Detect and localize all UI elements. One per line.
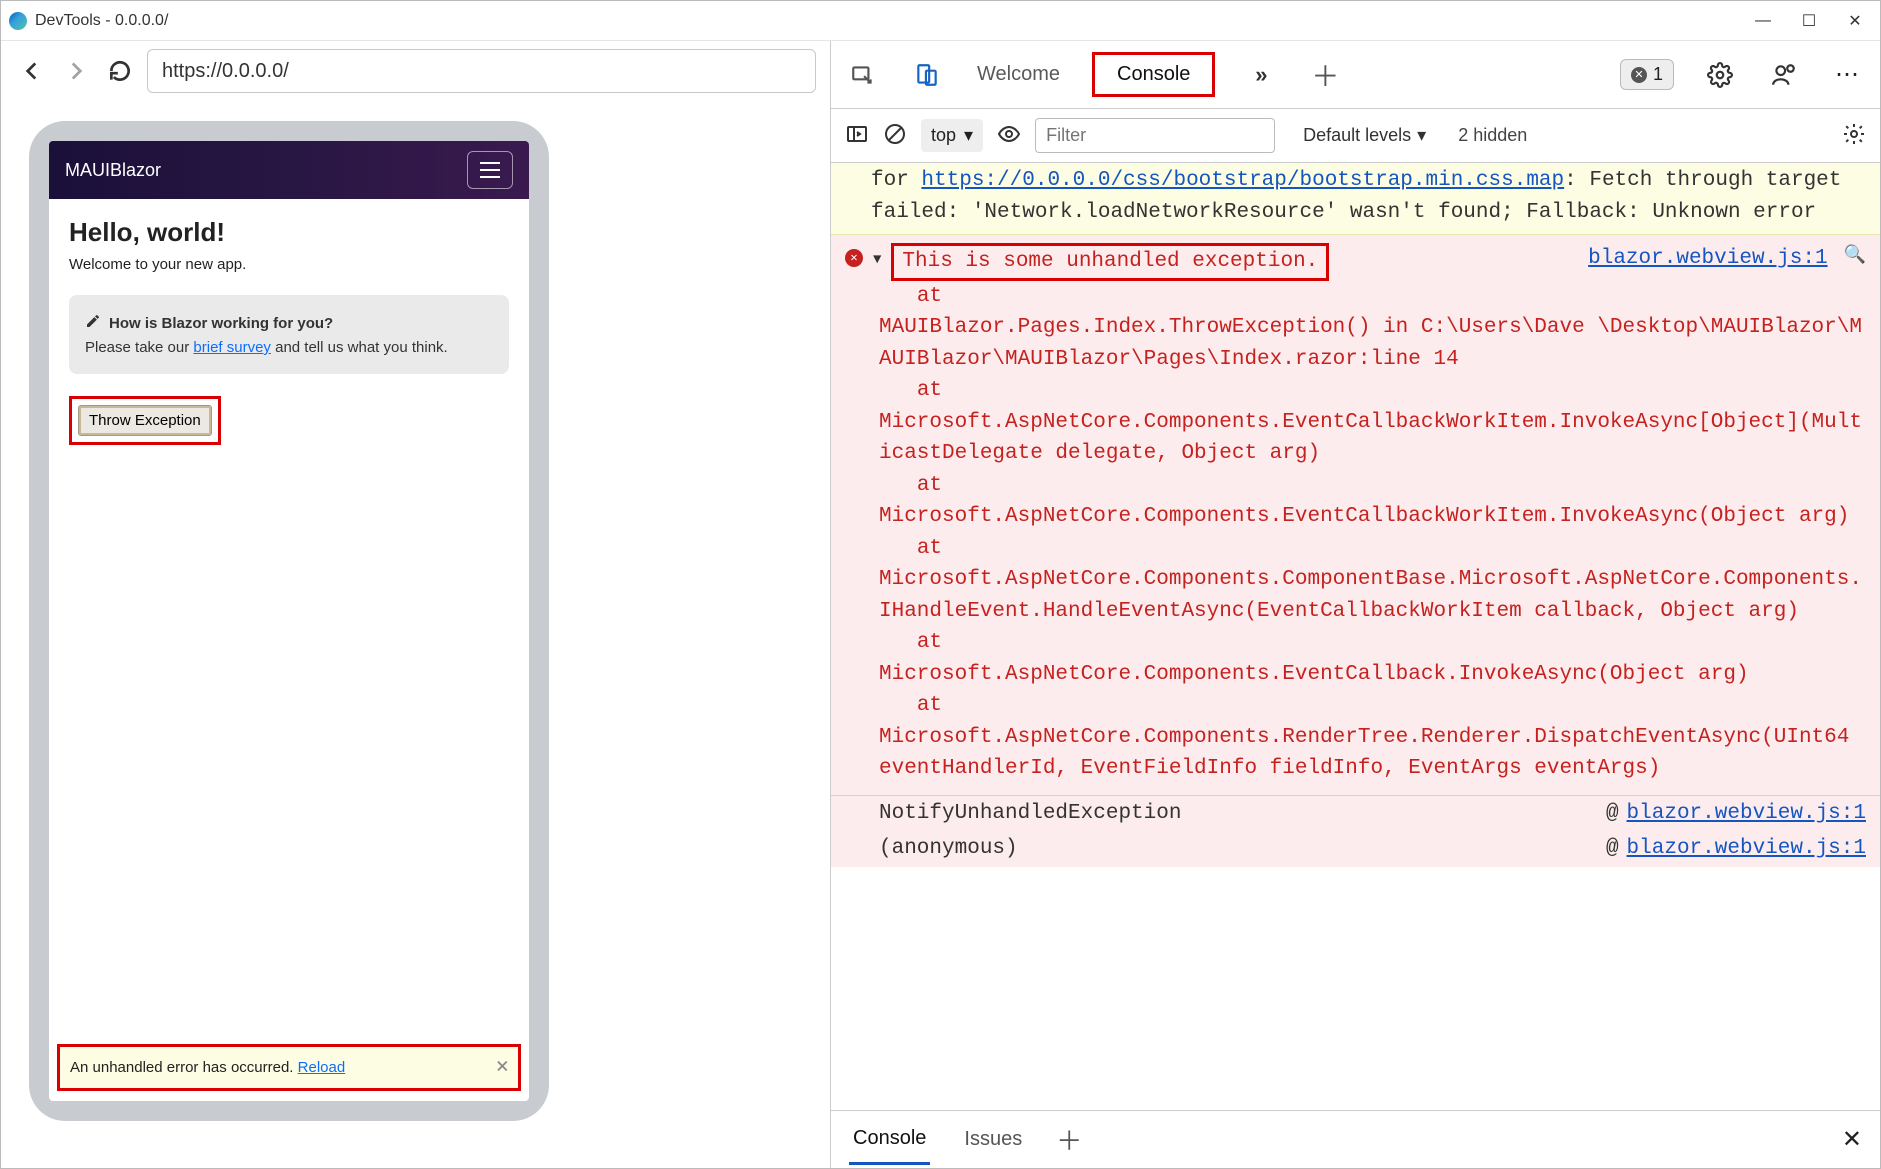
levels-label: Default levels — [1303, 125, 1411, 146]
window-title: DevTools - 0.0.0.0/ — [35, 12, 1754, 30]
console-highlight: Console — [1092, 52, 1215, 97]
sidebar-toggle-icon[interactable] — [845, 122, 869, 149]
maximize-button[interactable]: ☐ — [1800, 12, 1818, 30]
drawer-tab-issues[interactable]: Issues — [960, 1116, 1026, 1163]
frame-function: (anonymous) — [879, 833, 1018, 865]
device-toggle-icon[interactable] — [909, 57, 945, 93]
address-bar[interactable]: https://0.0.0.0/ — [147, 49, 816, 93]
drawer-tab-console[interactable]: Console — [849, 1115, 930, 1165]
devtools-drawer: Console Issues ＋ ✕ — [831, 1110, 1880, 1168]
tab-console[interactable]: Console — [1113, 55, 1194, 93]
chevron-down-icon: ▾ — [1417, 125, 1426, 146]
console-warning: for https://0.0.0.0/css/bootstrap/bootst… — [831, 163, 1880, 235]
inspect-icon[interactable] — [845, 57, 881, 93]
frame-at: @ — [1606, 798, 1619, 830]
frame-at: @ — [1606, 833, 1619, 865]
more-tabs-button[interactable]: » — [1243, 57, 1279, 93]
edge-icon — [9, 12, 27, 30]
page-heading: Hello, world! — [69, 217, 509, 248]
survey-suffix: and tell us what you think. — [271, 339, 448, 356]
forward-button[interactable] — [59, 54, 93, 88]
expand-toggle[interactable]: ▼ — [873, 250, 881, 271]
frame-source-link[interactable]: blazor.webview.js:1 — [1627, 833, 1866, 865]
error-text: An unhandled error has occurred. — [70, 1059, 298, 1076]
context-label: top — [931, 125, 956, 146]
clear-console-icon[interactable] — [883, 122, 907, 149]
close-button[interactable]: ✕ — [1846, 12, 1864, 30]
survey-box: How is Blazor working for you? Please ta… — [69, 295, 509, 374]
pencil-icon — [85, 313, 101, 333]
log-levels-selector[interactable]: Default levels ▾ — [1303, 125, 1426, 146]
chevron-down-icon: ▾ — [964, 125, 973, 146]
stack-frame: (anonymous) @ blazor.webview.js:1 — [831, 831, 1880, 867]
survey-prefix: Please take our — [85, 339, 193, 356]
devtools-tabstrip: Welcome Console » ＋ ✕ 1 ⋯ — [831, 41, 1880, 109]
hidden-count[interactable]: 2 hidden — [1458, 125, 1527, 146]
drawer-close-button[interactable]: ✕ — [1842, 1125, 1862, 1154]
error-count-badge[interactable]: ✕ 1 — [1620, 59, 1674, 90]
search-icon[interactable]: 🔍 — [1844, 243, 1866, 270]
live-expression-icon[interactable] — [997, 122, 1021, 149]
devtools-pane: Welcome Console » ＋ ✕ 1 ⋯ — [831, 41, 1880, 1168]
window-titlebar: DevTools - 0.0.0.0/ — ☐ ✕ — [1, 1, 1880, 41]
console-settings-icon[interactable] — [1842, 122, 1866, 149]
error-banner: An unhandled error has occurred. Reload … — [60, 1047, 518, 1088]
tab-welcome[interactable]: Welcome — [973, 55, 1064, 94]
error-banner-highlight: An unhandled error has occurred. Reload … — [57, 1044, 521, 1091]
browser-toolbar: https://0.0.0.0/ — [1, 41, 830, 103]
device-frame: MAUIBlazor Hello, world! Welcome to your… — [29, 121, 549, 1121]
throw-highlight: Throw Exception — [69, 396, 221, 445]
error-dot-icon: ✕ — [1631, 67, 1647, 83]
console-output[interactable]: for https://0.0.0.0/css/bootstrap/bootst… — [831, 163, 1880, 1110]
warn-prefix: for — [871, 169, 921, 192]
survey-question: How is Blazor working for you? — [109, 315, 333, 332]
dismiss-error-button[interactable]: 🗙 — [497, 1055, 508, 1080]
reload-link[interactable]: Reload — [298, 1059, 346, 1076]
survey-link[interactable]: brief survey — [193, 339, 271, 356]
console-toolbar: top ▾ Default levels ▾ 2 hidden — [831, 109, 1880, 163]
new-tab-button[interactable]: ＋ — [1307, 57, 1343, 93]
filter-input[interactable] — [1035, 118, 1275, 153]
console-error: ✕ ▼ This is some unhandled exception. bl… — [831, 235, 1880, 796]
hamburger-button[interactable] — [467, 151, 513, 189]
throw-exception-button[interactable]: Throw Exception — [78, 405, 212, 436]
preview-pane: https://0.0.0.0/ MAUIBlazor Hello, world… — [1, 41, 831, 1168]
minimize-button[interactable]: — — [1754, 12, 1772, 30]
error-source-link[interactable]: blazor.webview.js:1 — [1588, 243, 1827, 275]
welcome-text: Welcome to your new app. — [69, 256, 509, 273]
error-message: This is some unhandled exception. — [902, 250, 1318, 273]
app-brand: MAUIBlazor — [65, 160, 161, 181]
context-selector[interactable]: top ▾ — [921, 119, 983, 152]
device-screen: MAUIBlazor Hello, world! Welcome to your… — [49, 141, 529, 1101]
address-text: https://0.0.0.0/ — [162, 60, 289, 83]
app-header: MAUIBlazor — [49, 141, 529, 199]
reload-button[interactable] — [103, 54, 137, 88]
back-button[interactable] — [15, 54, 49, 88]
settings-icon[interactable] — [1702, 57, 1738, 93]
stack-frame: NotifyUnhandledException @ blazor.webvie… — [831, 796, 1880, 832]
error-stacktrace: at MAUIBlazor.Pages.Index.ThrowException… — [845, 281, 1866, 785]
error-message-highlight: This is some unhandled exception. — [891, 243, 1329, 281]
feedback-icon[interactable] — [1766, 57, 1802, 93]
frame-function: NotifyUnhandledException — [879, 798, 1181, 830]
frame-source-link[interactable]: blazor.webview.js:1 — [1627, 798, 1866, 830]
warn-url-link[interactable]: https://0.0.0.0/css/bootstrap/bootstrap.… — [921, 169, 1564, 192]
error-icon: ✕ — [845, 249, 863, 267]
error-count: 1 — [1653, 64, 1663, 85]
kebab-menu-icon[interactable]: ⋯ — [1830, 57, 1866, 93]
drawer-add-tab[interactable]: ＋ — [1056, 1121, 1082, 1158]
